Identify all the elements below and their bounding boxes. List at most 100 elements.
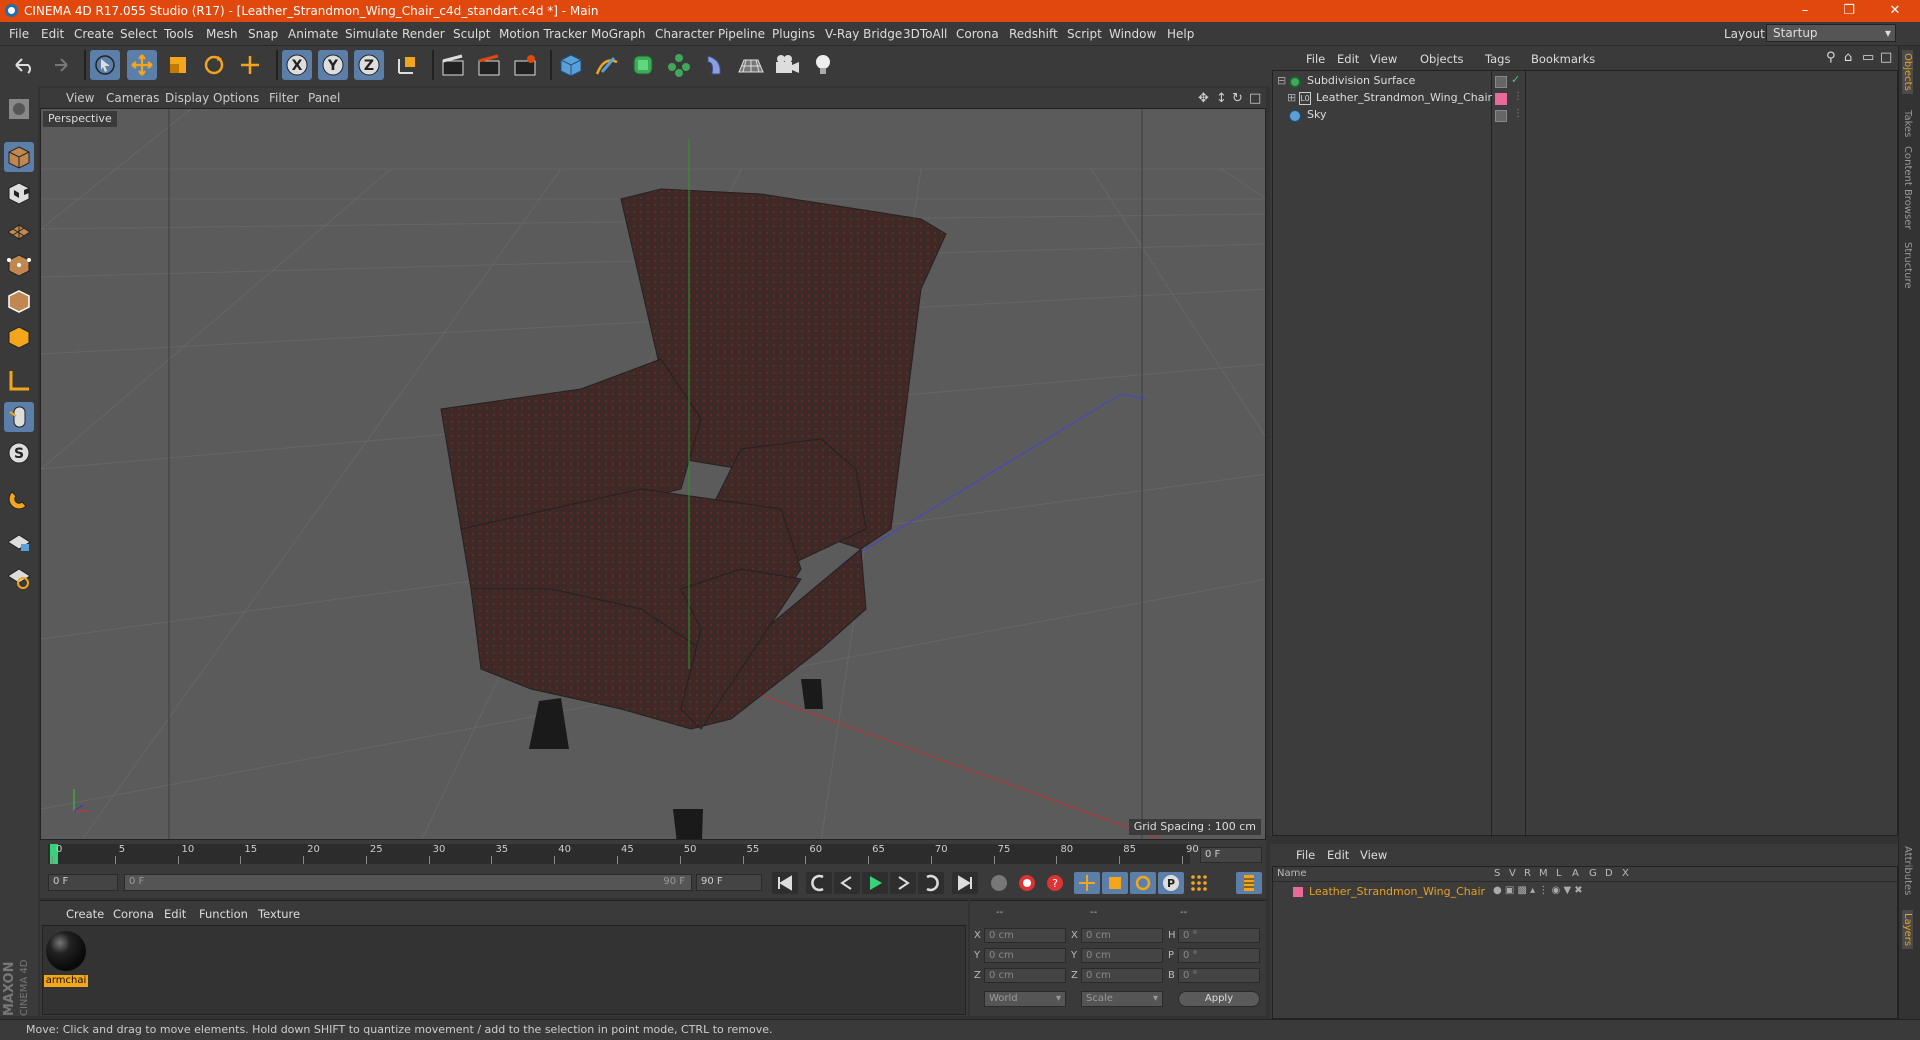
size-y-field[interactable]: 0 cm bbox=[1081, 948, 1163, 963]
rotation-b-field[interactable]: 0 ° bbox=[1178, 968, 1260, 983]
col-animation[interactable]: A bbox=[1572, 868, 1579, 879]
auto-keying-button[interactable]: ? bbox=[1042, 872, 1068, 894]
snapping-button[interactable] bbox=[4, 484, 34, 514]
render-settings-button[interactable] bbox=[510, 50, 540, 80]
layer-slot-icon[interactable] bbox=[1495, 76, 1507, 88]
add-mograph-button[interactable] bbox=[664, 50, 694, 80]
restore-icon[interactable]: ❐ bbox=[1826, 0, 1872, 22]
material-menu-function[interactable]: Function bbox=[199, 907, 248, 921]
position-y-field[interactable]: 0 cm bbox=[984, 948, 1066, 963]
menu-edit[interactable]: Edit bbox=[41, 27, 64, 41]
solo-mode-button[interactable]: S bbox=[4, 438, 34, 468]
viewport-menu-display[interactable]: Display bbox=[165, 91, 209, 105]
y-axis-lock-button[interactable]: Y bbox=[318, 50, 348, 80]
planar-workplane-button[interactable] bbox=[4, 562, 34, 592]
menu-corona[interactable]: Corona bbox=[956, 27, 999, 41]
texture-mode-button[interactable] bbox=[4, 178, 34, 208]
coordinate-mode-select[interactable]: World ▾ bbox=[984, 991, 1066, 1007]
key-rotation-button[interactable] bbox=[1130, 872, 1156, 894]
next-frame-button[interactable] bbox=[890, 872, 916, 894]
minimize-icon[interactable]: – bbox=[1782, 0, 1828, 22]
col-render[interactable]: R bbox=[1524, 868, 1531, 879]
menu-mesh[interactable]: Mesh bbox=[206, 27, 238, 41]
end-frame-field[interactable]: 90 F bbox=[696, 874, 762, 891]
go-to-start-button[interactable] bbox=[772, 872, 798, 894]
undo-button[interactable] bbox=[9, 50, 39, 80]
menu-sculpt[interactable]: Sculpt bbox=[453, 27, 490, 41]
expand-icon[interactable]: □ bbox=[1880, 50, 1892, 65]
move-tool-button[interactable] bbox=[127, 50, 157, 80]
render-to-picture-viewer-button[interactable] bbox=[474, 50, 504, 80]
col-manager[interactable]: M bbox=[1539, 868, 1548, 879]
close-icon[interactable]: ✕ bbox=[1872, 0, 1918, 22]
menu-redshift[interactable]: Redshift bbox=[1009, 27, 1058, 41]
maximize-view-icon[interactable]: □ bbox=[1249, 91, 1261, 106]
object-menu-file[interactable]: File bbox=[1306, 52, 1325, 66]
layer-menu-edit[interactable]: Edit bbox=[1327, 848, 1349, 862]
col-view[interactable]: V bbox=[1509, 868, 1516, 879]
rotate-view-icon[interactable]: ↻ bbox=[1232, 91, 1243, 106]
add-spline-button[interactable] bbox=[592, 50, 622, 80]
viewport-menu-options[interactable]: Options bbox=[213, 91, 259, 105]
position-z-field[interactable]: 0 cm bbox=[984, 968, 1066, 983]
layer-menu-view[interactable]: View bbox=[1360, 848, 1387, 862]
visibility-dots-icon[interactable]: ⋮ bbox=[1513, 91, 1523, 102]
x-axis-lock-button[interactable]: X bbox=[282, 50, 312, 80]
menu-animate[interactable]: Animate bbox=[288, 27, 338, 41]
menu-window[interactable]: Window bbox=[1109, 27, 1156, 41]
perspective-viewport[interactable]: Perspective Grid Spacing : 100 cm bbox=[40, 108, 1266, 840]
transform-tool-button[interactable] bbox=[235, 50, 265, 80]
key-parameter-button[interactable]: P bbox=[1158, 872, 1184, 894]
add-light-button[interactable] bbox=[808, 50, 838, 80]
tab-content-browser[interactable]: Content Browser bbox=[1902, 146, 1913, 229]
pan-view-icon[interactable]: ✥ bbox=[1198, 91, 1209, 106]
next-key-button[interactable] bbox=[918, 872, 944, 894]
tab-attributes[interactable]: Attributes bbox=[1902, 846, 1913, 895]
col-solo[interactable]: S bbox=[1494, 868, 1500, 879]
edges-mode-button[interactable] bbox=[4, 286, 34, 316]
object-menu-objects[interactable]: Objects bbox=[1420, 52, 1463, 66]
rotation-p-field[interactable]: 0 ° bbox=[1178, 948, 1260, 963]
layer-color-tag[interactable] bbox=[1495, 93, 1507, 105]
live-selection-button[interactable] bbox=[90, 50, 120, 80]
add-cube-button[interactable] bbox=[556, 50, 586, 80]
size-mode-select[interactable]: Scale ▾ bbox=[1081, 991, 1163, 1007]
object-menu-edit[interactable]: Edit bbox=[1337, 52, 1359, 66]
col-deformers[interactable]: D bbox=[1605, 868, 1613, 879]
menu-simulate[interactable]: Simulate bbox=[345, 27, 398, 41]
home-icon[interactable]: ⌂ bbox=[1844, 50, 1852, 65]
size-z-field[interactable]: 0 cm bbox=[1081, 968, 1163, 983]
redo-button[interactable] bbox=[44, 50, 74, 80]
menu-3dtoall[interactable]: 3DToAll bbox=[903, 27, 947, 41]
viewport-camera-label[interactable]: Perspective bbox=[43, 111, 117, 127]
rotate-tool-button[interactable] bbox=[199, 50, 229, 80]
col-locked[interactable]: L bbox=[1556, 868, 1562, 879]
enabled-check-icon[interactable]: ✓ bbox=[1511, 73, 1520, 86]
menu-pipeline[interactable]: Pipeline bbox=[718, 27, 765, 41]
tab-structure[interactable]: Structure bbox=[1902, 242, 1913, 289]
material-menu-texture[interactable]: Texture bbox=[258, 907, 300, 921]
tree-row[interactable]: ⊟ Subdivision Surface ✓ bbox=[1273, 73, 1897, 91]
motion-recording-button[interactable] bbox=[986, 872, 1012, 894]
menu-vray-bridge[interactable]: V-Ray Bridge bbox=[825, 27, 902, 41]
tab-objects[interactable]: Objects bbox=[1902, 50, 1913, 94]
search-icon[interactable]: ⚲ bbox=[1826, 50, 1836, 65]
add-environment-button[interactable] bbox=[736, 50, 766, 80]
viewport-menu-panel[interactable]: Panel bbox=[308, 91, 340, 105]
tree-row[interactable]: ⊞ L0 Leather_Strandmon_Wing_Chair ⋮ bbox=[1273, 91, 1897, 108]
menu-script[interactable]: Script bbox=[1067, 27, 1102, 41]
timeline-ruler[interactable]: 0 5 10 15 20 25 30 35 40 45 50 55 60 65 70 75 80 85 90 0 F bbox=[40, 840, 1266, 868]
key-pla-button[interactable] bbox=[1186, 872, 1212, 894]
add-subdivision-button[interactable] bbox=[628, 50, 658, 80]
size-x-field[interactable]: 0 cm bbox=[1081, 928, 1163, 943]
object-menu-bookmarks[interactable]: Bookmarks bbox=[1531, 52, 1595, 66]
object-menu-view[interactable]: View bbox=[1370, 52, 1397, 66]
material-menu-corona[interactable]: Corona bbox=[113, 907, 154, 921]
timeline-window-button[interactable] bbox=[1236, 872, 1262, 894]
layer-row[interactable]: Leather_Strandmon_Wing_Chair ● ▣ ▩ ▴ ⋮ ◉… bbox=[1273, 884, 1897, 900]
start-frame-field[interactable]: 0 F bbox=[48, 874, 118, 891]
scale-tool-button[interactable] bbox=[163, 50, 193, 80]
current-frame-field[interactable]: 0 F bbox=[1200, 847, 1262, 863]
key-position-button[interactable] bbox=[1074, 872, 1100, 894]
polygons-mode-button[interactable] bbox=[4, 322, 34, 352]
